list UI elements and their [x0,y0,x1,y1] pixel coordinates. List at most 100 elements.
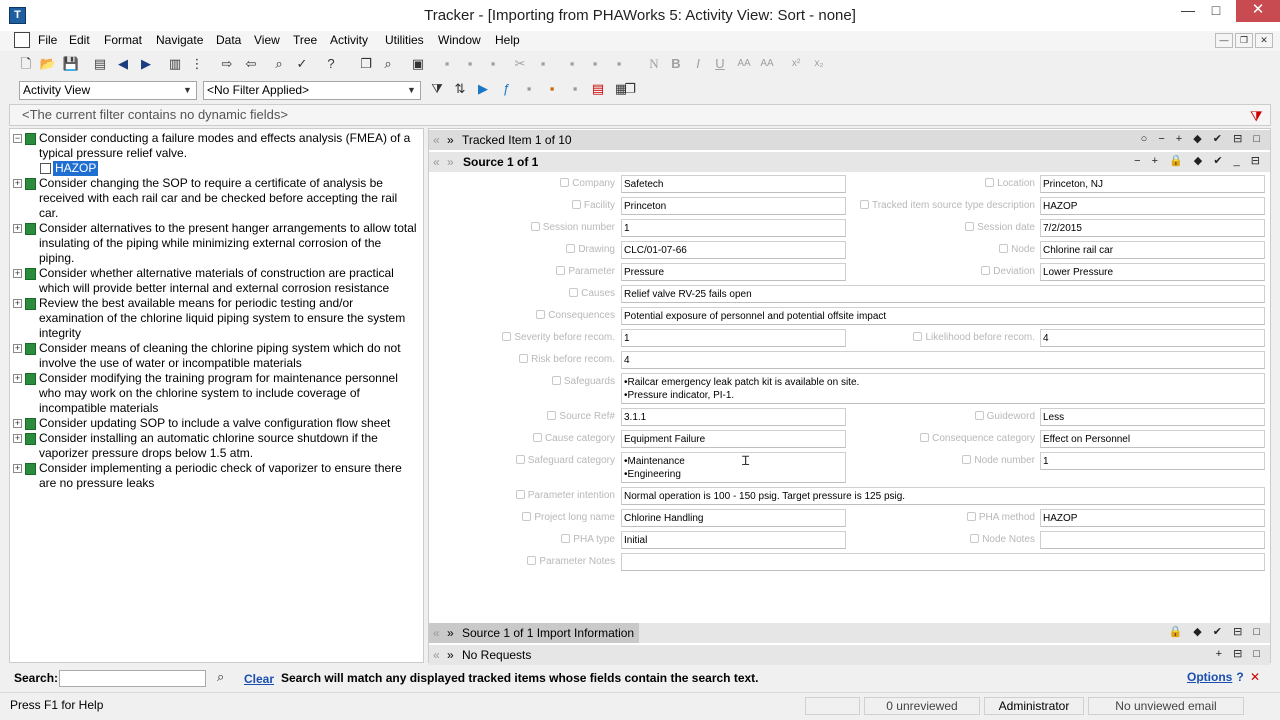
tree-item-label[interactable]: Consider implementing a periodic check o… [39,461,419,491]
new-icon[interactable]: 🗋 [17,55,35,73]
grow-font-icon[interactable]: AA [735,55,753,73]
close-button[interactable]: ✕ [1236,0,1280,22]
source-toolbar[interactable]: − + 🔒 ◆ ✔ _ ⊟ [1134,154,1264,167]
formula-icon[interactable]: ▪ [520,80,538,98]
filter-select[interactable]: <No Filter Applied> ▼ [203,81,421,100]
clear-link[interactable]: Clear [244,672,274,686]
menu-view[interactable]: View [254,33,280,47]
guideword-field[interactable]: Less [1040,408,1265,426]
source-type-description-field[interactable]: HAZOP [1040,197,1265,215]
expand-icon[interactable]: + [13,419,22,428]
tree-item-label[interactable]: Consider updating SOP to include a valve… [39,416,419,431]
back-icon[interactable]: ⇦ [242,55,260,73]
delete-record-icon[interactable]: ▪ [484,55,502,73]
mdi-restore-button[interactable]: ❐ [1235,33,1253,48]
spell-check-icon[interactable]: ✓ [293,55,311,73]
expand-icon[interactable]: + [13,179,22,188]
expand-icon[interactable]: + [13,374,22,383]
causes-field[interactable]: Relief valve RV-25 fails open [621,285,1265,303]
menu-window[interactable]: Window [438,33,481,47]
node-notes-field[interactable] [1040,531,1265,549]
menu-activity[interactable]: Activity [330,33,368,47]
underline-icon[interactable]: U [711,55,729,73]
location-field[interactable]: Princeton, NJ [1040,175,1265,193]
shrink-font-icon[interactable]: AA [758,55,776,73]
book-icon[interactable]: ▥ [166,55,184,73]
safeguard-category-field[interactable]: •Maintenance •Engineering [621,452,846,483]
tree-item[interactable]: + Consider means of cleaning the chlorin… [10,341,420,371]
risk-field[interactable]: 4 [621,351,1265,369]
import-info-toolbar[interactable]: 🔒 ◆ ✔ ⊟ □ [1169,625,1264,638]
print-setup-icon[interactable]: ▤ [91,55,109,73]
expand-right-icon[interactable]: » [447,626,454,640]
source-ref-field[interactable]: 3.1.1 [621,408,846,426]
mdi-minimize-button[interactable]: — [1215,33,1233,48]
tree-item[interactable]: + Consider whether alternative materials… [10,266,420,296]
cut-icon[interactable]: ✂ [511,55,529,73]
tree-item-label[interactable]: Review the best available means for peri… [39,296,419,341]
bold-icon[interactable]: B [667,55,685,73]
expand-icon[interactable]: + [13,344,22,353]
tree-item[interactable]: + Consider installing an automatic chlor… [10,431,420,461]
tree-item-label[interactable]: Consider changing the SOP to require a c… [39,176,419,221]
tree-item[interactable]: + Consider modifying the training progra… [10,371,420,416]
expand-icon[interactable]: + [13,464,22,473]
tree-child-selected[interactable]: HAZOP [53,161,99,176]
function-icon[interactable]: ƒ [497,80,515,98]
node-number-field[interactable]: 1 [1040,452,1265,470]
tree-item-label[interactable]: Consider alternatives to the present han… [39,221,419,266]
filter-edit-icon[interactable]: ▪ [610,55,628,73]
tree-icon[interactable]: ⋮ [188,55,206,73]
requests-toolbar[interactable]: + ⊟ □ [1216,647,1264,660]
drawing-field[interactable]: CLC/01-07-66 [621,241,846,259]
expand-right-icon[interactable]: » [447,133,454,147]
collapse-left-icon[interactable]: « [433,155,440,169]
parameter-notes-field[interactable] [621,553,1265,571]
tree-item-label[interactable]: Consider means of cleaning the chlorine … [39,341,419,371]
tree-item[interactable]: + Review the best available means for pe… [10,296,420,341]
insert-record-icon[interactable]: ▪ [461,55,479,73]
normal-text-icon[interactable]: N [645,55,663,73]
expand-icon[interactable]: + [13,224,22,233]
add-record-icon[interactable]: ▪ [438,55,456,73]
tree-item-label[interactable]: Consider whether alternative materials o… [39,266,419,296]
expand-right-icon[interactable]: » [447,648,454,662]
comment-icon[interactable]: ▪ [566,80,584,98]
menu-edit[interactable]: Edit [69,33,90,47]
paste-icon[interactable]: ▪ [534,55,552,73]
pha-method-field[interactable]: HAZOP [1040,509,1265,527]
copy-icon[interactable]: ❐ [357,55,375,73]
pha-type-field[interactable]: Initial [621,531,846,549]
expand-icon[interactable]: + [13,299,22,308]
menu-format[interactable]: Format [104,33,142,47]
view-select[interactable]: Activity View ▼ [19,81,197,100]
tree-item[interactable]: + Consider alternatives to the present h… [10,221,420,266]
close-search-icon[interactable]: ✕ [1250,670,1260,684]
menu-utilities[interactable]: Utilities [385,33,424,47]
sort-icon[interactable]: ⇅ [451,80,469,98]
menu-data[interactable]: Data [216,33,241,47]
collapse-left-icon[interactable]: « [433,133,440,147]
menu-file[interactable]: File [38,33,57,47]
parameter-field[interactable]: Pressure [621,263,846,281]
menu-help[interactable]: Help [495,33,520,47]
find-replace-icon[interactable]: ⌕ [379,55,397,73]
run-filter-icon[interactable]: ▶ [474,80,492,98]
chevron-down-icon[interactable]: ▼ [404,83,419,98]
severity-field[interactable]: 1 [621,329,846,347]
company-field[interactable]: Safetech [621,175,846,193]
screen-icon[interactable]: ▣ [409,55,427,73]
search-icon[interactable]: ⌕ [217,669,235,687]
likelihood-field[interactable]: 4 [1040,329,1265,347]
tree-item[interactable]: + Consider implementing a periodic check… [10,461,420,491]
menu-navigate[interactable]: Navigate [156,33,203,47]
tree-item[interactable]: − Consider conducting a failure modes an… [10,131,420,161]
collapse-icon[interactable]: − [13,134,22,143]
safeguards-field[interactable]: •Railcar emergency leak patch kit is ava… [621,373,1265,404]
collapse-left-icon[interactable]: « [433,626,440,640]
search-input[interactable] [59,670,206,687]
consequences-field[interactable]: Potential exposure of personnel and pote… [621,307,1265,325]
session-number-field[interactable]: 1 [621,219,846,237]
expand-right-icon[interactable]: » [447,155,454,169]
filter-icon[interactable]: ⧩ [428,80,446,98]
